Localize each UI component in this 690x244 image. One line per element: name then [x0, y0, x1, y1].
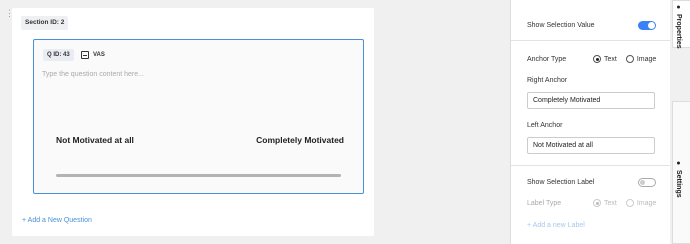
anchor-type-image-label: Image	[636, 55, 657, 63]
tab-settings[interactable]: ● Settings	[672, 101, 690, 244]
question-type-label: VAS	[93, 52, 105, 58]
label-type-text-radio[interactable]	[593, 199, 601, 207]
label-type-radio-group: Text Image	[593, 199, 665, 207]
question-type: VAS	[81, 49, 105, 61]
question-card[interactable]: Q ID: 43 VAS Type the question content h…	[33, 39, 364, 194]
tab-settings-label: Settings	[675, 170, 682, 198]
right-anchor-text: Completely Motivated	[256, 135, 344, 145]
label-type-text-label: Text	[604, 199, 617, 207]
show-selection-label-toggle[interactable]	[638, 178, 656, 187]
question-id-badge: Q ID: 43	[43, 49, 74, 61]
section-id-badge: Section ID: 2	[21, 16, 69, 30]
add-label-link[interactable]: + Add a new Label	[527, 222, 585, 229]
label-type-image-radio[interactable]	[625, 199, 634, 207]
anchor-type-radio-group: Text Image	[593, 55, 665, 63]
settings-icon: ●	[675, 160, 682, 167]
question-content-input[interactable]: Type the question content here...	[42, 71, 144, 78]
vas-slider-track[interactable]	[56, 174, 341, 177]
vas-icon	[81, 51, 89, 59]
show-selection-value-toggle[interactable]	[638, 21, 656, 30]
tab-properties-label: Properties	[675, 14, 682, 49]
right-anchor-label: Right Anchor	[527, 77, 568, 84]
add-question-link[interactable]: + Add a New Question	[22, 217, 92, 224]
left-anchor-label: Left Anchor	[527, 122, 563, 129]
right-anchor-input[interactable]: Completely Motivated	[527, 92, 655, 109]
anchor-type-label: Anchor Type	[527, 56, 567, 63]
properties-icon: ●	[675, 4, 682, 11]
show-selection-value-label: Show Selection Value	[527, 22, 595, 29]
anchor-type-text-label: Text	[604, 55, 617, 63]
left-anchor-input[interactable]: Not Motivated at all	[527, 137, 655, 154]
label-type-image-label: Image	[636, 199, 657, 207]
left-anchor-text: Not Motivated at all	[56, 135, 134, 145]
anchor-type-image-radio[interactable]	[625, 55, 634, 63]
properties-panel: Show Selection Value Anchor Type Text Im…	[510, 0, 670, 244]
label-type-label: Label Type	[527, 200, 562, 207]
show-selection-label-label: Show Selection Label	[527, 179, 595, 186]
tab-properties[interactable]: ● Properties	[672, 0, 690, 49]
anchor-type-text-radio[interactable]	[593, 55, 601, 63]
